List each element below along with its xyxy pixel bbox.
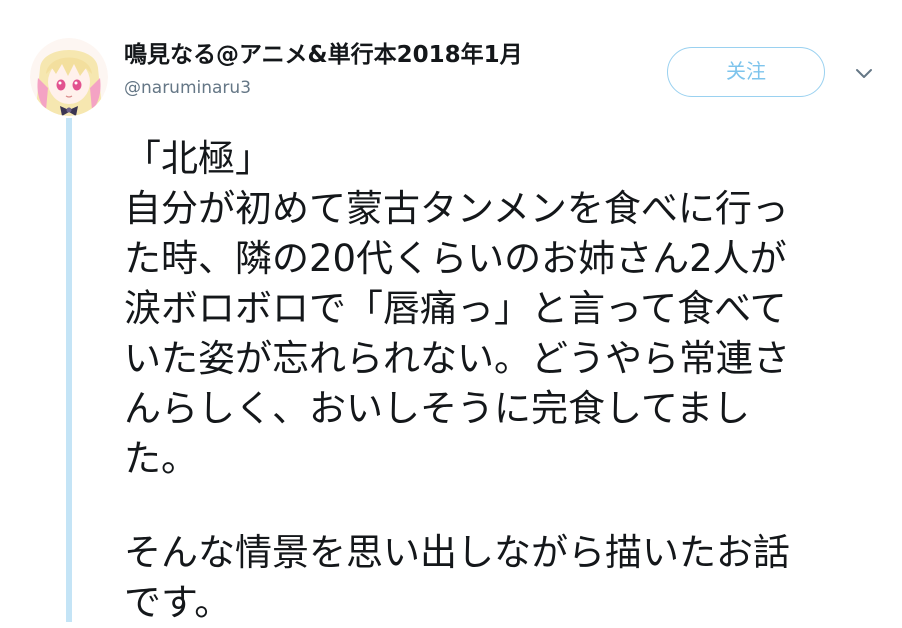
- tweet-text-line: た。: [124, 437, 198, 480]
- thread-line: [66, 118, 72, 622]
- avatar[interactable]: [30, 38, 108, 116]
- tweet-text-line: です。: [124, 581, 232, 624]
- tweet-text-line: 自分が初めて蒙古タンメンを食べに行っ: [124, 187, 789, 230]
- tweet-text-line: んらしく、おいしそうに完食してまし: [124, 387, 751, 430]
- tweet-text-line: 涙ボロボロで「唇痛っ」と言って食べて: [124, 287, 787, 330]
- tweet-text-line: 「北極」: [124, 137, 272, 180]
- tweet-text-line: そんな情景を思い出しながら描いたお話: [124, 531, 790, 574]
- chevron-down-icon[interactable]: [852, 62, 876, 86]
- tweet-text-line: いた姿が忘れられない。どうやら常連さ: [124, 337, 790, 380]
- username[interactable]: @naruminaru3: [124, 76, 523, 100]
- tweet-text: 「北極」 自分が初めて蒙古タンメンを食べに行っ た時、隣の20代くらいのお姉さん…: [124, 134, 874, 628]
- tweet-text-line: た時、隣の20代くらいのお姉さん2人が: [124, 237, 787, 280]
- display-name[interactable]: 鳴見なる@アニメ&単行本2018年1月: [124, 40, 523, 70]
- tweet-card: 鳴見なる@アニメ&単行本2018年1月 @naruminaru3 关注 「北極」…: [0, 0, 902, 624]
- follow-button[interactable]: 关注: [667, 47, 825, 97]
- anime-girl-avatar-icon: [30, 38, 108, 116]
- tweet-header: 鳴見なる@アニメ&単行本2018年1月 @naruminaru3: [124, 40, 523, 100]
